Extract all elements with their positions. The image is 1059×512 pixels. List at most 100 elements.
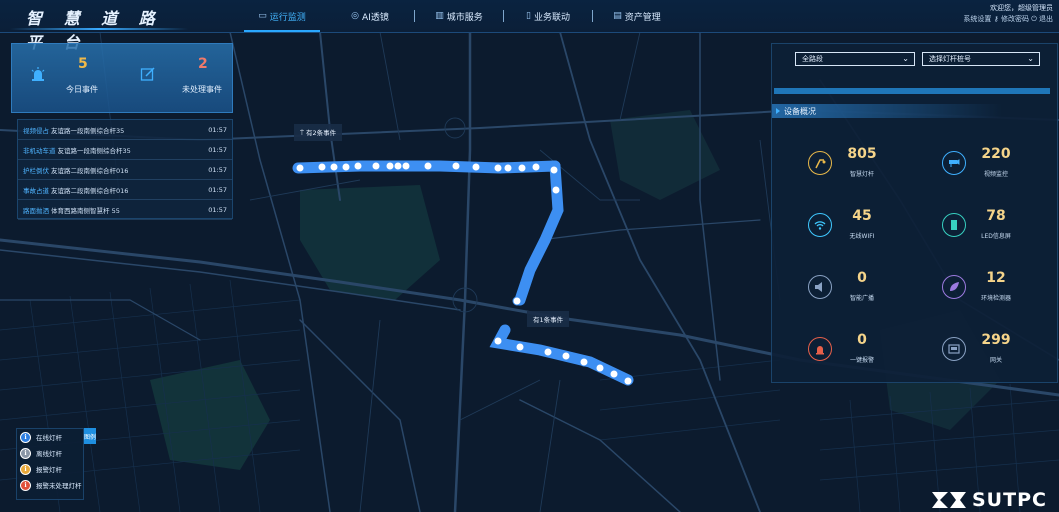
device-count: 0 <box>857 332 867 348</box>
device-count: 0 <box>857 270 867 286</box>
event-location: 友谊路二段南侧综合杆016 <box>51 166 129 175</box>
nav-label: AI透镜 <box>362 12 389 23</box>
nav-label: 运行监测 <box>269 12 306 23</box>
list-item[interactable]: 非机动车道 友谊路一段南侧综合杆35 01:57 <box>18 140 232 160</box>
lamp-alarm-icon: i <box>20 463 31 475</box>
map-event-tooltip[interactable]: 有1条事件 <box>527 311 570 327</box>
device-count: 805 <box>847 146 877 162</box>
alarm-icon <box>808 337 832 361</box>
today-events-stat[interactable]: 5 今日事件 <box>12 44 122 112</box>
power-icon: ⏻ <box>1031 15 1037 23</box>
nav-monitoring[interactable]: ▭ 运行监测 <box>238 0 326 32</box>
device-stat-camera[interactable]: 220 视频监控 <box>942 146 1059 186</box>
event-type: 事故占道 <box>23 186 49 195</box>
nav-city-service[interactable]: ▥ 城市服务 <box>415 0 503 32</box>
list-item[interactable]: 事故占道 友谊路二段南侧综合杆016 01:57 <box>18 180 232 200</box>
event-time: 01:57 <box>208 145 227 154</box>
camera-icon <box>942 151 966 175</box>
event-location: 体育西路南侧智慧杆 55 <box>51 206 120 215</box>
speaker-icon <box>808 275 832 299</box>
tooltip-text: 有1条事件 <box>533 316 564 324</box>
legend-label: 在线灯杆 <box>36 434 62 442</box>
brand-text: SUTPC <box>972 489 1047 511</box>
device-count: 78 <box>986 208 1006 224</box>
top-bar: 智 慧 道 路 平 台 ▭运行监测 ◎AI透镜 ▥城市服务 ▯业务联动 ▤资产管… <box>0 0 1059 52</box>
event-location: 友谊路二段南侧综合杆016 <box>51 186 129 195</box>
brand-logo: SUTPC <box>930 489 1059 512</box>
list-item[interactable]: 路面抛洒 体育西路南侧智慧杆 55 01:57 <box>18 200 232 220</box>
city-icon: ▥ <box>435 11 444 21</box>
device-count: 45 <box>852 208 872 224</box>
today-events-count: 5 <box>78 56 88 72</box>
gateway-icon <box>942 337 966 361</box>
device-count: 220 <box>981 146 1011 162</box>
device-name: 智慧灯杆 <box>849 171 874 178</box>
event-type: 路面抛洒 <box>23 206 49 215</box>
led-screen-icon <box>942 213 966 237</box>
device-stat-environment[interactable]: 12 环境检测器 <box>942 270 1059 310</box>
alarm-light-icon <box>31 67 45 81</box>
user-area: 欢迎您，超级管理员 系统设置 ⚷ 修改密码 ⏻ 退出 <box>963 3 1053 25</box>
event-type: 非机动车道 <box>23 146 56 155</box>
device-count: 299 <box>981 332 1011 348</box>
chart-icon: ▯ <box>526 11 531 21</box>
unhandled-events-stat[interactable]: 2 未处理事件 <box>122 44 232 112</box>
device-name: LED信息屏 <box>981 233 1011 240</box>
event-time: 01:57 <box>208 165 227 174</box>
app-logo: 智 慧 道 路 平 台 <box>6 2 188 52</box>
user-greeting: 欢迎您，超级管理员 <box>990 4 1053 12</box>
select-value: 全路段 <box>802 55 823 63</box>
legend-label: 报警未处理灯杆 <box>36 482 82 490</box>
street-lamp-icon <box>808 151 832 175</box>
asset-icon: ▤ <box>613 11 622 21</box>
device-name: 环境检测器 <box>980 295 1011 302</box>
lamp-pole-select[interactable]: 选择灯杆桩号 ⌄ <box>922 52 1040 66</box>
lamp-alarm-unhandled-icon: i <box>20 479 31 491</box>
legend-item: i 在线灯杆 <box>17 429 83 445</box>
event-time: 01:57 <box>208 185 227 194</box>
device-stat-smart-lamp[interactable]: 805 智慧灯杆 <box>808 146 928 186</box>
device-stat-led-screen[interactable]: 78 LED信息屏 <box>942 208 1059 248</box>
device-stat-wifi[interactable]: 45 无线WIFI <box>808 208 928 248</box>
map-event-tooltip[interactable]: ⍡ 有2条事件 <box>294 124 343 141</box>
system-settings-link[interactable]: 系统设置 <box>963 15 991 23</box>
device-overview-panel: 全路段 ⌄ 选择灯杆桩号 ⌄ 设备概况 805 智慧灯杆 220 视频监控 45 无… <box>771 43 1058 383</box>
event-stats-panel: 5 今日事件 2 未处理事件 <box>11 43 233 113</box>
list-item[interactable]: 视频侵占 友谊路一段南侧综合杆35 01:57 <box>18 120 232 140</box>
legend-label: 离线灯杆 <box>36 450 62 458</box>
device-name: 视频监控 <box>983 171 1008 178</box>
chevron-down-icon: ⌄ <box>1027 54 1034 63</box>
monitor-icon: ▭ <box>258 11 267 21</box>
event-time: 01:57 <box>208 205 227 214</box>
device-stat-gateway[interactable]: 299 网关 <box>942 332 1059 372</box>
event-type: 护栏倒伏 <box>23 166 49 175</box>
leaf-icon <box>942 275 966 299</box>
nav-label: 资产管理 <box>624 12 661 23</box>
change-password-link[interactable]: 修改密码 <box>1001 15 1029 23</box>
device-stat-alarm[interactable]: 0 一键报警 <box>808 332 928 372</box>
nav-ai-lens[interactable]: ◎ AI透镜 <box>326 0 414 32</box>
wifi-icon <box>808 213 832 237</box>
nav-asset-management[interactable]: ▤ 资产管理 <box>593 0 681 32</box>
device-name: 一键报警 <box>849 357 874 364</box>
map-legend: i 在线灯杆 i 离线灯杆 i 报警灯杆 i 报警未处理灯杆 <box>16 428 84 500</box>
chevron-down-icon: ⌄ <box>902 54 909 63</box>
list-item[interactable]: 护栏倒伏 友谊路二段南侧综合杆016 01:57 <box>18 160 232 180</box>
tooltip-text: 有2条事件 <box>305 129 337 137</box>
device-stat-broadcast[interactable]: 0 智能广播 <box>808 270 928 310</box>
legend-toggle-tab[interactable]: 图例 <box>84 428 96 444</box>
divider-bar <box>774 88 1050 94</box>
unhandled-events-count: 2 <box>198 56 208 72</box>
road-segment-select[interactable]: 全路段 ⌄ <box>795 52 915 66</box>
today-events-label: 今日事件 <box>66 85 98 94</box>
lens-icon: ◎ <box>351 11 360 21</box>
nav-business-linkage[interactable]: ▯ 业务联动 <box>504 0 592 32</box>
nav-label: 业务联动 <box>533 12 570 23</box>
edit-icon <box>140 67 155 81</box>
event-location: 友谊路一段南侧综合杆35 <box>51 126 125 135</box>
device-name: 无线WIFI <box>849 233 875 240</box>
brand-mark-icon <box>932 492 966 508</box>
device-count: 12 <box>986 270 1006 286</box>
nav-label: 城市服务 <box>446 12 483 23</box>
logout-link[interactable]: 退出 <box>1039 15 1053 23</box>
